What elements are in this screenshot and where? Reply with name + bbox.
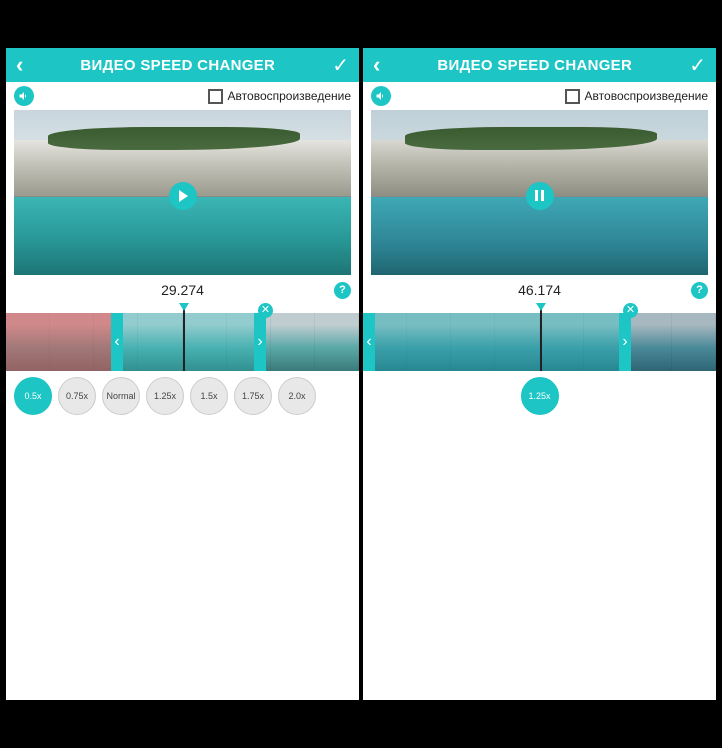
pause-icon (535, 190, 544, 201)
header: ‹ ВИДЕО SPEED CHANGER ✓ (6, 48, 359, 82)
speed-row: 0.5x 0.75x Normal 1.25x 1.5x 1.75x 2.0x (6, 377, 359, 415)
timeline-selection[interactable] (363, 313, 631, 371)
speed-1-5x[interactable]: 1.5x (190, 377, 228, 415)
speaker-icon (18, 90, 30, 102)
timecode: 46.174 (518, 282, 561, 298)
trim-handle-right[interactable] (619, 313, 631, 371)
confirm-button[interactable]: ✓ (689, 53, 706, 78)
timeline[interactable]: ✕ (6, 303, 359, 371)
timecode-row: 46.174 ? (363, 279, 716, 301)
confirm-button[interactable]: ✓ (332, 53, 349, 78)
speed-1-25x[interactable]: 1.25x (521, 377, 559, 415)
timecode: 29.274 (161, 282, 204, 298)
selection-range[interactable] (375, 313, 619, 371)
video-preview[interactable] (14, 110, 351, 275)
selection-close[interactable]: ✕ (623, 303, 638, 318)
selection-range[interactable] (123, 313, 254, 371)
header: ‹ ВИДЕО SPEED CHANGER ✓ (363, 48, 716, 82)
autoplay-checkbox[interactable] (208, 89, 223, 104)
autoplay-label: Автовоспроизведение (585, 89, 708, 103)
autoplay-checkbox[interactable] (565, 89, 580, 104)
autoplay-toggle[interactable]: Автовоспроизведение (565, 89, 708, 104)
speed-normal[interactable]: Normal (102, 377, 140, 415)
autoplay-label: Автовоспроизведение (228, 89, 351, 103)
speed-row: 1.25x (363, 377, 716, 415)
sound-toggle[interactable] (14, 86, 34, 106)
topbar: Автовоспроизведение (6, 82, 359, 110)
speed-1-75x[interactable]: 1.75x (234, 377, 272, 415)
selection-pre (6, 313, 111, 371)
timeline[interactable]: ✕ (363, 303, 716, 371)
playhead[interactable] (183, 305, 185, 371)
timeline-selection[interactable] (6, 313, 266, 371)
sound-toggle[interactable] (371, 86, 391, 106)
play-button[interactable] (169, 182, 197, 210)
trim-handle-right[interactable] (254, 313, 266, 371)
speed-0-75x[interactable]: 0.75x (58, 377, 96, 415)
selection-close[interactable]: ✕ (258, 303, 273, 318)
speed-0-5x[interactable]: 0.5x (14, 377, 52, 415)
header-title: ВИДЕО SPEED CHANGER (380, 57, 689, 74)
speed-2x[interactable]: 2.0x (278, 377, 316, 415)
autoplay-toggle[interactable]: Автовоспроизведение (208, 89, 351, 104)
help-button[interactable]: ? (334, 282, 351, 299)
trim-handle-left[interactable] (111, 313, 123, 371)
screen-left: ‹ ВИДЕО SPEED CHANGER ✓ Автовоспроизведе… (6, 48, 359, 700)
speaker-icon (375, 90, 387, 102)
screen-right: ‹ ВИДЕО SPEED CHANGER ✓ Автовоспроизведе… (363, 48, 716, 700)
playhead[interactable] (540, 305, 542, 371)
video-preview[interactable] (371, 110, 708, 275)
topbar: Автовоспроизведение (363, 82, 716, 110)
back-button[interactable]: ‹ (16, 54, 23, 76)
header-title: ВИДЕО SPEED CHANGER (23, 57, 332, 74)
trim-handle-left[interactable] (363, 313, 375, 371)
speed-1-25x[interactable]: 1.25x (146, 377, 184, 415)
timecode-row: 29.274 ? (6, 279, 359, 301)
help-button[interactable]: ? (691, 282, 708, 299)
pause-button[interactable] (526, 182, 554, 210)
back-button[interactable]: ‹ (373, 54, 380, 76)
